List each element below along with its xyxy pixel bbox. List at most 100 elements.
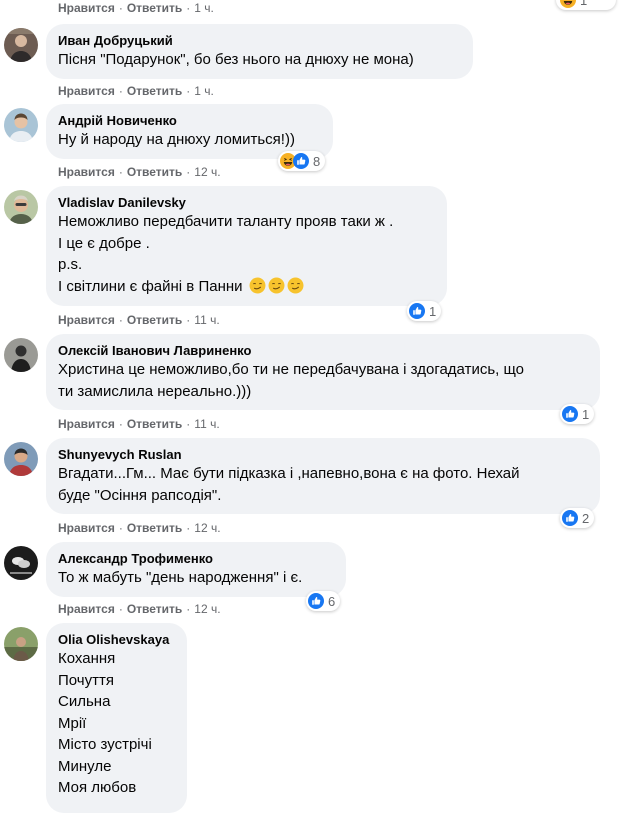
- separator-dot: ·: [118, 602, 123, 616]
- like-icon: [308, 593, 324, 609]
- comment-text: Моя любов: [58, 779, 137, 796]
- like-link[interactable]: Нравится: [58, 1, 115, 15]
- smirk-emoji: [268, 277, 285, 294]
- comment-text: Ну й народу на днюху ломиться!)): [58, 131, 295, 148]
- reaction-count: 6: [328, 593, 336, 609]
- avatar[interactable]: [4, 546, 38, 580]
- separator-dot: ·: [118, 84, 123, 98]
- comment-time[interactable]: 11 ч.: [194, 313, 219, 327]
- comment-actions: Нравится · Ответить · 11 ч.: [58, 416, 220, 432]
- comment-actions-top: Нравится · Ответить · 1 ч.: [58, 0, 214, 16]
- comment-author[interactable]: Shunyevych Ruslan: [58, 446, 588, 463]
- reply-link[interactable]: Ответить: [127, 313, 182, 327]
- avatar[interactable]: [4, 627, 38, 661]
- separator-dot: ·: [186, 417, 191, 431]
- comment-actions: Нравится · Ответить · 12 ч.: [58, 520, 221, 536]
- comment-text: То ж мабуть "день народження" і є.: [58, 569, 303, 586]
- comment-actions: Нравится · Ответить · 1 ч.: [58, 83, 214, 99]
- avatar[interactable]: [4, 28, 38, 62]
- reaction-summary[interactable]: 1: [407, 301, 442, 321]
- separator-dot: ·: [118, 165, 123, 179]
- like-icon: [293, 153, 309, 169]
- comment-text: Місто зустрічі: [58, 736, 152, 753]
- separator-dot: ·: [118, 417, 123, 431]
- comment-bubble: Olia Olishevskaya Кохання Почуття Сильна…: [46, 623, 187, 813]
- reaction-count: 1: [582, 406, 590, 422]
- comment-actions: Нравится · Ответить · 12 ч.: [58, 164, 221, 180]
- like-icon: [409, 303, 425, 319]
- comment-bubble: Shunyevych Ruslan Вгадати...Гм... Має бу…: [46, 438, 600, 514]
- comment-text: Вгадати...Гм... Має бути підказка і ,нап…: [58, 465, 520, 482]
- reply-link[interactable]: Ответить: [127, 165, 182, 179]
- like-link[interactable]: Нравится: [58, 84, 115, 98]
- reply-link[interactable]: Ответить: [127, 602, 182, 616]
- separator-dot: ·: [118, 521, 123, 535]
- comment-bubble: Иван Добруцький Пісня "Подарунок", бо бе…: [46, 24, 473, 79]
- like-link[interactable]: Нравится: [58, 165, 115, 179]
- comment-text: Мрії: [58, 714, 87, 732]
- smirk-emoji: [249, 277, 266, 294]
- comment-text-with-emoji: І світлини є файні в Панни: [58, 276, 435, 298]
- reaction-count: 2: [582, 510, 590, 526]
- separator-dot: ·: [186, 84, 191, 98]
- avatar[interactable]: [4, 338, 38, 372]
- separator-dot: ·: [186, 165, 191, 179]
- comment-time[interactable]: 1 ч.: [194, 1, 214, 15]
- comment-text: буде "Осіння рапсодія".: [58, 486, 222, 504]
- comment-author[interactable]: Олексій Іванович Лавриненко: [58, 342, 588, 359]
- comment-author[interactable]: Olia Olishevskaya: [58, 631, 175, 648]
- comment-text: Пісня "Подарунок", бо без нього на днюху…: [58, 51, 414, 68]
- separator-dot: ·: [118, 313, 123, 327]
- comment-text: Почуття: [58, 671, 114, 689]
- comment-time[interactable]: 11 ч.: [194, 417, 219, 431]
- reaction-summary[interactable]: 6: [306, 591, 341, 611]
- comment-actions: Нравится · Ответить · 12 ч.: [58, 601, 221, 617]
- reply-link[interactable]: Ответить: [127, 521, 182, 535]
- like-icon: [562, 510, 578, 526]
- reaction-count: 1: [580, 0, 588, 8]
- comment-text: Минуле: [58, 757, 112, 775]
- comment-time[interactable]: 12 ч.: [194, 521, 220, 535]
- reaction-summary-top[interactable]: 1: [556, 0, 616, 10]
- like-link[interactable]: Нравится: [58, 602, 115, 616]
- comment-actions: Нравится · Ответить · 11 ч.: [58, 312, 220, 328]
- comment-text: Кохання: [58, 650, 116, 667]
- reaction-count: 1: [429, 303, 437, 319]
- comment-text: Христина це неможливо,бо ти не передбачу…: [58, 361, 524, 378]
- comment-author[interactable]: Иван Добруцький: [58, 32, 461, 49]
- comment-author[interactable]: Vladislav Danilevsky: [58, 194, 435, 211]
- reaction-count: 8: [313, 153, 321, 169]
- like-icon: [562, 406, 578, 422]
- reaction-summary[interactable]: 2: [560, 508, 595, 528]
- avatar[interactable]: [4, 108, 38, 142]
- comment-time[interactable]: 12 ч.: [194, 602, 220, 616]
- comment-text: ти замислила нереально.))): [58, 382, 252, 400]
- comment-author[interactable]: Андрій Новиченко: [58, 112, 321, 129]
- comment-author[interactable]: Александр Трофименко: [58, 550, 334, 567]
- comment-time[interactable]: 1 ч.: [194, 84, 214, 98]
- separator-dot: ·: [186, 521, 191, 535]
- like-link[interactable]: Нравится: [58, 417, 115, 431]
- reaction-summary[interactable]: 8: [278, 151, 326, 171]
- smirk-emoji: [287, 277, 304, 294]
- like-link[interactable]: Нравится: [58, 313, 115, 327]
- separator-dot: ·: [186, 602, 191, 616]
- like-link[interactable]: Нравится: [58, 521, 115, 535]
- comment-bubble: Vladislav Danilevsky Неможливо передбачи…: [46, 186, 447, 306]
- comment-time[interactable]: 12 ч.: [194, 165, 220, 179]
- reply-link[interactable]: Ответить: [127, 417, 182, 431]
- comment-text: p.s.: [58, 256, 83, 273]
- comment-bubble: Олексій Іванович Лавриненко Христина це …: [46, 334, 600, 410]
- reply-link[interactable]: Ответить: [127, 1, 182, 15]
- separator-dot: ·: [186, 313, 191, 327]
- haha-icon: [560, 0, 576, 8]
- reaction-summary[interactable]: 1: [560, 404, 595, 424]
- reply-link[interactable]: Ответить: [127, 84, 182, 98]
- comment-text: І це є добре .: [58, 234, 150, 252]
- comment-text: І світлини є файні в Панни: [58, 277, 243, 295]
- comment-bubble: Александр Трофименко То ж мабуть "день н…: [46, 542, 346, 597]
- separator-dot: ·: [118, 1, 123, 15]
- avatar[interactable]: [4, 442, 38, 476]
- separator-dot: ·: [186, 1, 191, 15]
- avatar[interactable]: [4, 190, 38, 224]
